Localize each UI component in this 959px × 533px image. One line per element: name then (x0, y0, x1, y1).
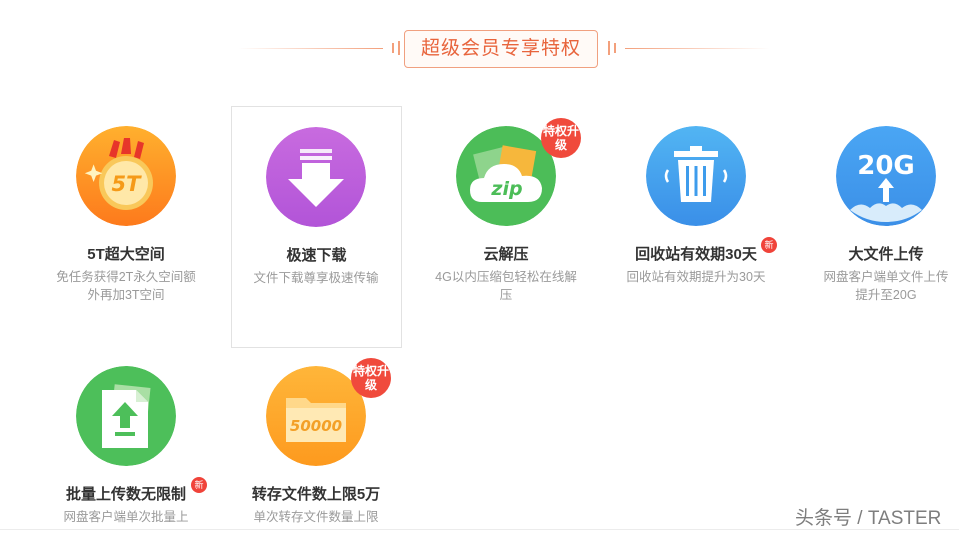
privilege-name: 云解压 (483, 246, 529, 263)
header-divider-right (625, 48, 770, 49)
privilege-desc: 单次转存文件数量上限 (253, 510, 379, 524)
privilege-desc: 文件下载尊享极速传输 (253, 271, 379, 285)
privilege-card-unzip[interactable]: zip 特权升级 云解压 4G以内压缩包轻松在线解压 (421, 106, 591, 346)
header-ornament-right (606, 41, 622, 55)
privilege-name: 极速下载 (286, 247, 347, 264)
privilege-name: 回收站有效期30天 (635, 246, 757, 263)
new-badge: 新 (191, 477, 207, 493)
privilege-card-recycle-bin[interactable]: 回收站有效期30天 新 回收站有效期提升为30天 (611, 106, 781, 346)
privilege-name: 批量上传数无限制 (65, 486, 186, 503)
privilege-upgrade-badge: 特权升级 (351, 358, 391, 398)
privilege-desc: 回收站有效期提升为30天 (626, 270, 766, 284)
privilege-name: 5T超大空间 (87, 246, 165, 263)
svg-text:zip: zip (490, 178, 522, 200)
privilege-desc: 免任务获得2T永久空间额外再加3T空间 (56, 270, 196, 302)
privilege-card-download[interactable]: 极速下载 文件下载尊享极速传输 (231, 106, 402, 348)
trash-bin-icon (646, 126, 746, 226)
download-arrow-icon (266, 127, 366, 227)
privilege-name: 转存文件数上限5万 (251, 486, 381, 503)
svg-text:20G: 20G (857, 151, 915, 181)
privilege-card-transfer-limit[interactable]: 50000 特权升级 转存文件数上限5万 单次转存文件数量上限 (231, 346, 401, 533)
new-badge: 新 (761, 237, 777, 253)
privilege-desc: 网盘客户端单次批量上 (63, 510, 189, 524)
rocket-20g-icon: 20G (836, 126, 936, 226)
privilege-desc: 4G以内压缩包轻松在线解压 (435, 270, 577, 302)
privilege-card-batch-upload[interactable]: 批量上传数无限制 新 网盘客户端单次批量上 (41, 346, 211, 533)
header-divider-left (238, 48, 383, 49)
svg-text:5T: 5T (112, 172, 143, 196)
section-header: 超级会员专享特权 (0, 0, 959, 96)
upload-document-icon (76, 366, 176, 466)
privilege-upgrade-badge: 特权升级 (541, 118, 581, 158)
privilege-card-storage[interactable]: 5T 5T超大空间 免任务获得2T永久空间额外再加3T空间 (41, 106, 211, 346)
section-title: 超级会员专享特权 (420, 38, 581, 59)
privilege-desc: 网盘客户端单文件上传提升至20G (823, 270, 949, 302)
svg-text:50000: 50000 (290, 417, 342, 435)
privilege-card-large-upload[interactable]: 20G 大文件上传 网盘客户端单文件上传提升至20G (801, 106, 959, 346)
medal-5t-icon: 5T (76, 126, 176, 226)
header-ornament-left (388, 41, 404, 55)
watermark-text: 头条号 / TASTER (795, 508, 942, 529)
privilege-name: 大文件上传 (848, 246, 924, 263)
